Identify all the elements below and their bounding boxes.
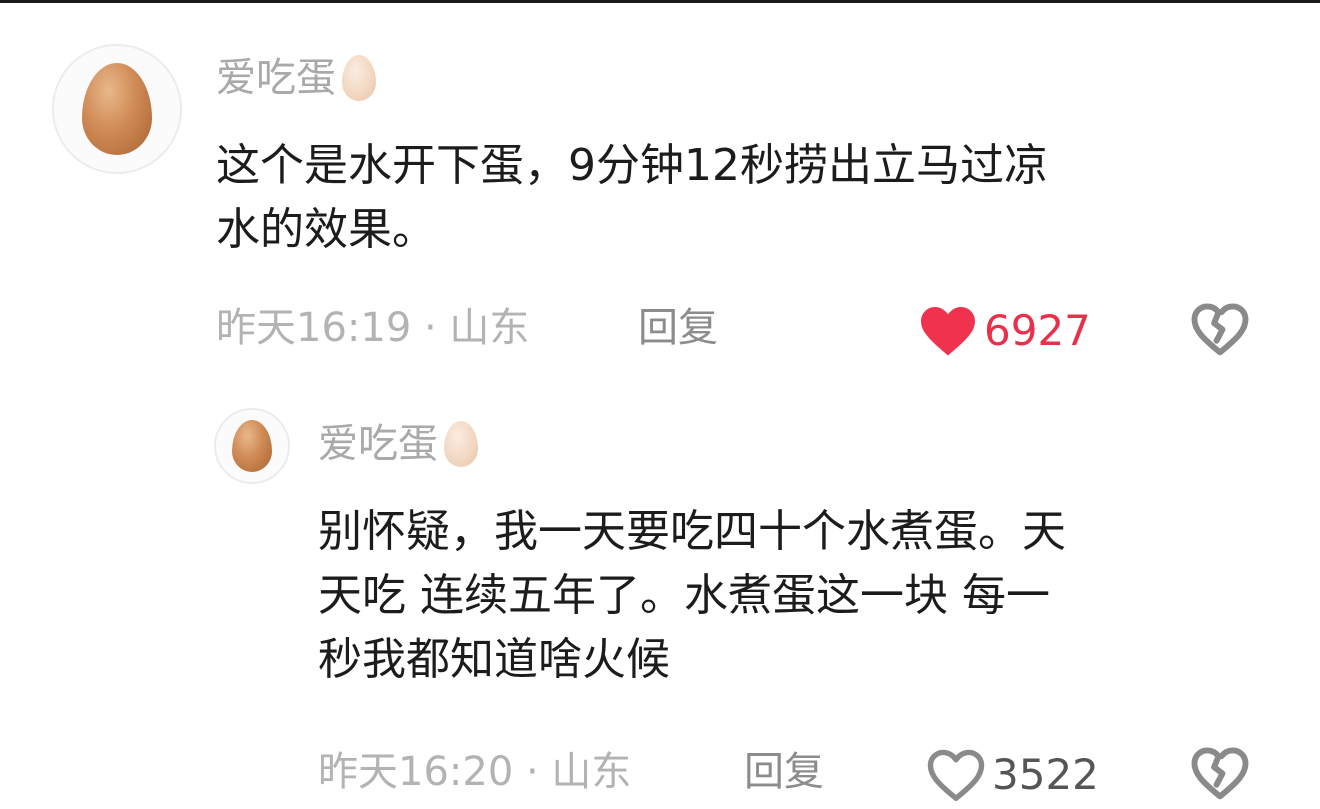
comment-timestamp: 昨天16:19 · 山东 [216,305,530,351]
username[interactable]: 爱吃蛋 [216,54,376,102]
like-count: 3522 [992,750,1099,799]
comment-text: 这个是水开下蛋，9分钟12秒捞出立马过凉 水的效果。 [216,134,1276,262]
comment-text-line: 别怀疑，我一天要吃四十个水煮蛋。天 [318,506,1066,557]
heart-outline-icon [927,749,985,802]
comment-timestamp: 昨天16:20 · 山东 [318,749,632,795]
username-text: 爱吃蛋 [216,55,336,101]
comment-text: 别怀疑，我一天要吃四十个水煮蛋。天 天吃 连续五年了。水煮蛋这一块 每一 秒我都… [318,500,1278,692]
like-button[interactable]: 6927 [918,304,1091,358]
reply-button[interactable]: 回复 [744,748,824,796]
heart-filled-icon [921,306,975,356]
avatar[interactable] [52,44,182,174]
top-divider [0,0,1320,3]
like-count: 6927 [984,306,1091,355]
egg-avatar-icon [232,420,272,472]
egg-icon [444,421,478,467]
username[interactable]: 爱吃蛋 [318,420,478,468]
dislike-button[interactable] [1190,746,1250,804]
broken-heart-icon [1191,303,1249,356]
comment-text-line: 天吃 连续五年了。水煮蛋这一块 每一 [318,570,1050,621]
like-button[interactable]: 3522 [926,748,1099,802]
username-text: 爱吃蛋 [318,421,438,467]
avatar[interactable] [214,408,290,484]
comment-text-line: 这个是水开下蛋，9分钟12秒捞出立马过凉 [216,140,1048,191]
dislike-button[interactable] [1190,302,1250,360]
comment-text-line: 秒我都知道啥火候 [318,634,670,685]
comment-text-line: 水的效果。 [216,204,436,255]
egg-icon [342,55,376,101]
reply-button[interactable]: 回复 [638,304,718,352]
egg-avatar-icon [82,63,152,155]
broken-heart-icon [1191,747,1249,800]
